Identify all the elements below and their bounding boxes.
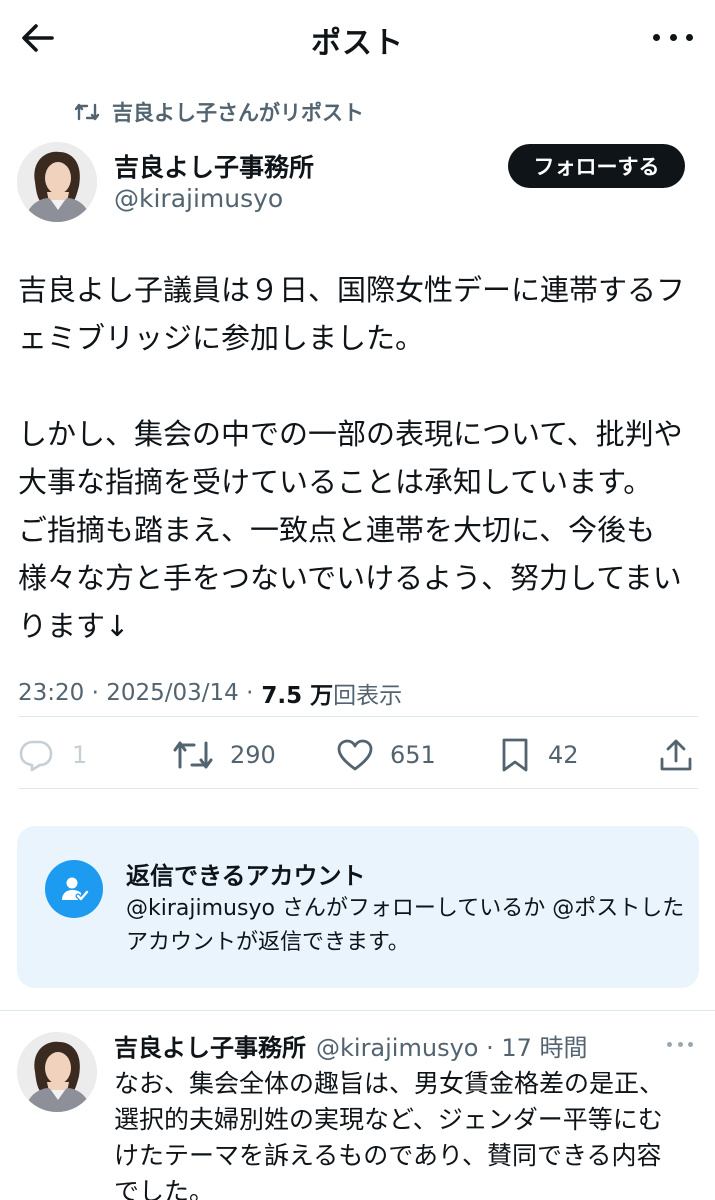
repost-button[interactable]: 290 bbox=[172, 727, 276, 783]
repost-indicator[interactable]: 吉良よし子さんがリポスト bbox=[74, 97, 364, 127]
share-button[interactable] bbox=[658, 727, 694, 783]
repost-count: 290 bbox=[230, 741, 276, 769]
divider bbox=[18, 788, 698, 789]
bookmark-count: 42 bbox=[548, 741, 579, 769]
more-dot-icon bbox=[669, 33, 677, 41]
reply-restriction-card: 返信できるアカウント @kirajimusyo さんがフォローしているか @ポス… bbox=[17, 826, 699, 988]
post-text-line: 様々な方と手をつないでいけるよう、努力してまい bbox=[18, 561, 682, 595]
top-bar: ポスト bbox=[0, 0, 715, 72]
user-check-icon bbox=[45, 860, 103, 918]
bookmark-icon bbox=[502, 738, 528, 772]
avatar[interactable] bbox=[17, 142, 97, 222]
post-text-line: 大事な指摘を受けていることは承知しています。 bbox=[18, 465, 653, 499]
heart-icon bbox=[337, 739, 373, 771]
repost-icon bbox=[173, 741, 213, 769]
repost-icon bbox=[74, 103, 100, 121]
more-dot-icon bbox=[653, 33, 660, 41]
reply-author-meta[interactable]: @kirajimusyo · 17 時間 bbox=[316, 1028, 588, 1063]
like-button[interactable]: 651 bbox=[336, 727, 436, 783]
like-count: 651 bbox=[390, 741, 436, 769]
post-meta: 23:20 · 2025/03/14 · 7.5 万 回表示 bbox=[18, 676, 402, 710]
action-bar: 1 290 651 42 bbox=[0, 727, 715, 783]
reply-button[interactable]: 1 bbox=[18, 727, 87, 783]
reply-text-line: なお、集会全体の趣旨は、男女賃金格差の是正、 bbox=[114, 1069, 665, 1098]
author-handle[interactable]: @kirajimusyo bbox=[114, 184, 283, 213]
reply-restriction-title: 返信できるアカウント bbox=[126, 862, 366, 890]
reply-icon bbox=[19, 740, 53, 772]
more-options-button[interactable] bbox=[653, 22, 693, 52]
post-text-line: ご指摘も踏まえ、一致点と連帯を大切に、今後も bbox=[18, 513, 656, 547]
reply-text-line: でした。 bbox=[114, 1177, 215, 1200]
reply-text: なお、集会全体の趣旨は、男女賃金格差の是正、 選択的夫婦別姓の実現など、ジェンダ… bbox=[114, 1066, 704, 1200]
page-title: ポスト bbox=[311, 26, 404, 61]
post-text-line: しかし、集会の中での一部の表現について、批判や bbox=[18, 417, 683, 451]
avatar[interactable] bbox=[17, 1032, 97, 1112]
reply-restriction-text: @kirajimusyo さんがフォローしているか @ポストしたアカウントが返信… bbox=[126, 896, 685, 955]
reply-count: 1 bbox=[72, 741, 88, 769]
divider bbox=[18, 716, 698, 717]
repost-label: 吉良よし子さんがリポスト bbox=[112, 101, 364, 125]
reply-author-name[interactable]: 吉良よし子事務所 bbox=[114, 1028, 306, 1063]
more-dot-icon bbox=[677, 1042, 683, 1047]
bookmark-button[interactable]: 42 bbox=[498, 727, 579, 783]
view-count-label: 回表示 bbox=[333, 683, 403, 709]
profile-photo bbox=[17, 1032, 97, 1112]
post-text-line: ェミブリッジに参加しました。 bbox=[18, 321, 425, 355]
profile-photo bbox=[17, 142, 97, 222]
more-dot-icon bbox=[686, 33, 693, 41]
view-count: 7.5 万 bbox=[261, 683, 334, 709]
reply-text-line: けたテーマを訴えるものであり、賛同できる内容 bbox=[114, 1141, 662, 1170]
reply-more-button[interactable] bbox=[667, 1042, 693, 1048]
post-text-line: ります↓ bbox=[18, 609, 130, 643]
more-dot-icon bbox=[688, 1042, 693, 1047]
author-name[interactable]: 吉良よし子事務所 bbox=[114, 148, 314, 184]
more-dot-icon bbox=[667, 1042, 672, 1047]
reply-text-line: 選択的夫婦別姓の実現など、ジェンダー平等にむ bbox=[114, 1105, 663, 1134]
post-text: 吉良よし子議員は９日、国際女性デーに連帯するフ ェミブリッジに参加しました。 し… bbox=[18, 266, 698, 650]
divider bbox=[0, 1010, 715, 1011]
post-timestamp[interactable]: 23:20 · 2025/03/14 · bbox=[18, 680, 253, 706]
share-icon bbox=[660, 739, 692, 771]
post-text-line: 吉良よし子議員は９日、国際女性デーに連帯するフ bbox=[18, 273, 686, 307]
reply-header: 吉良よし子事務所 @kirajimusyo · 17 時間 bbox=[114, 1028, 588, 1063]
follow-button[interactable]: フォローする bbox=[508, 144, 685, 188]
